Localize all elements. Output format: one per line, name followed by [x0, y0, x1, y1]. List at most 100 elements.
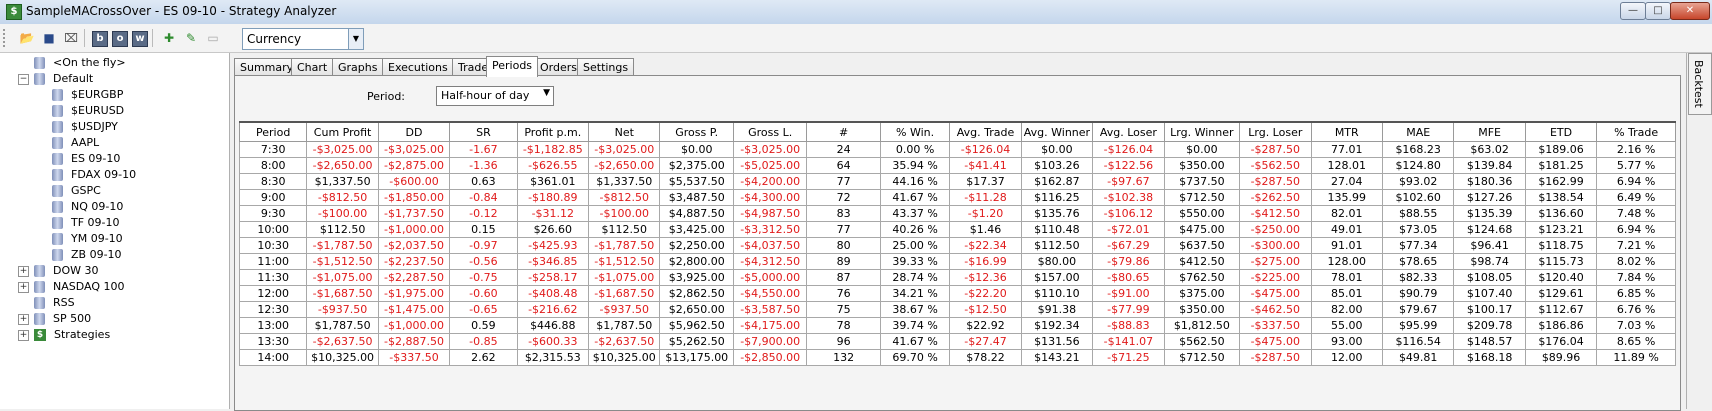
table-cell: $135.76 — [1020, 205, 1094, 222]
expand-icon[interactable]: + — [18, 265, 29, 277]
column-header[interactable]: Lrg. Loser — [1239, 121, 1312, 142]
tree-node[interactable]: + DOW 30 — [18, 263, 99, 279]
table-row[interactable]: 11:30 -$1,075.00 -$2,287.50 -0.75 -$258.17 -$… — [238, 269, 1676, 286]
tree-node[interactable]: $EURGBP — [52, 87, 123, 103]
table-cell: 96 — [806, 333, 881, 350]
expand-icon[interactable]: + — [18, 329, 29, 341]
column-header[interactable]: % Win. — [879, 121, 951, 142]
column-header[interactable]: Gross P. — [659, 121, 734, 142]
save-icon[interactable]: ■ — [40, 29, 58, 47]
tree-node[interactable]: ES 09-10 — [52, 151, 120, 167]
tree-node[interactable]: $EURUSD — [52, 103, 124, 119]
period-select[interactable]: Half-hour of day ▼ — [436, 86, 554, 106]
table-row[interactable]: 10:30 -$1,787.50 -$2,037.50 -0.97 -$425.93 -$… — [238, 237, 1676, 254]
tree-node[interactable]: − Default — [18, 71, 93, 87]
tree-node[interactable]: YM 09-10 — [52, 231, 123, 247]
tree-node[interactable]: NQ 09-10 — [52, 199, 123, 215]
column-header[interactable]: Net — [588, 121, 661, 142]
properties-icon[interactable]: ⌧ — [62, 29, 80, 47]
column-header[interactable]: MTR — [1310, 121, 1383, 142]
column-header[interactable]: # — [806, 121, 881, 142]
table-row[interactable]: 13:30 -$2,637.50 -$2,887.50 -0.85 -$600.33 -$… — [238, 333, 1676, 350]
column-header[interactable]: DD — [377, 121, 451, 142]
table-cell: 8.02 % — [1596, 253, 1676, 270]
collapse-icon[interactable]: − — [18, 73, 29, 85]
side-tab-backtest[interactable]: Backtest — [1688, 53, 1712, 115]
maximize-button[interactable]: □ — [1645, 2, 1671, 20]
table-cell: -$2,650.00 — [588, 157, 661, 174]
table-cell: -$4,987.50 — [732, 205, 808, 222]
table-row[interactable]: 12:00 -$1,687.50 -$1,975.00 -0.60 -$408.48 -$… — [238, 285, 1676, 302]
tree-node[interactable]: + SP 500 — [18, 311, 91, 327]
tree-node[interactable]: FDAX 09-10 — [52, 167, 136, 183]
edit-icon[interactable]: ✎ — [182, 29, 200, 47]
table-row[interactable]: 9:00 -$812.50 -$1,850.00 -0.84 -$180.89 -$812… — [238, 189, 1676, 206]
table-cell: -$122.56 — [1092, 157, 1165, 174]
table-row[interactable]: 13:00 $1,787.50 -$1,000.00 0.59 $446.88 $1,78… — [238, 317, 1676, 334]
tree-node[interactable]: AAPL — [52, 135, 99, 151]
remove-icon[interactable]: ▭ — [204, 29, 222, 47]
column-header[interactable]: % Trade — [1596, 121, 1676, 142]
table-cell: -$425.93 — [516, 237, 590, 254]
display-unit-select[interactable]: Currency ▼ — [242, 28, 364, 50]
column-header[interactable]: Period — [238, 121, 308, 142]
tab-orders[interactable]: Orders — [534, 58, 583, 76]
tree-node[interactable]: TF 09-10 — [52, 215, 120, 231]
table-cell: -$600.33 — [516, 333, 590, 350]
table-row[interactable]: 11:00 -$1,512.50 -$2,237.50 -0.56 -$346.85 -$… — [238, 253, 1676, 270]
table-cell: $2,315.53 — [516, 349, 590, 366]
tree-node[interactable]: + $ Strategies — [18, 327, 110, 343]
tree-node[interactable]: RSS — [18, 295, 75, 311]
table-cell: -$300.00 — [1239, 237, 1312, 254]
toolbar-grip[interactable] — [3, 29, 8, 47]
minimize-button[interactable]: — — [1620, 2, 1646, 20]
tree-node[interactable]: GSPC — [52, 183, 101, 199]
column-header[interactable]: Cum Profit — [306, 121, 379, 142]
chevron-down-icon[interactable]: ▼ — [543, 88, 550, 98]
table-row[interactable]: 8:00 -$2,650.00 -$2,875.00 -1.36 -$626.55 -$2… — [238, 157, 1676, 174]
tree-node[interactable]: <On the fly> — [18, 55, 126, 71]
column-header[interactable]: Gross L. — [732, 121, 808, 142]
o-icon[interactable]: o — [112, 31, 128, 47]
table-cell: -$3,025.00 — [306, 141, 379, 158]
table-cell: 2.16 % — [1596, 141, 1676, 158]
table-row[interactable]: 7:30 -$3,025.00 -$3,025.00 -1.67 -$1,182.85-… — [238, 141, 1676, 158]
open-folder-icon[interactable]: 📂 — [18, 29, 36, 47]
tree-node[interactable]: + NASDAQ 100 — [18, 279, 125, 295]
close-button[interactable]: ✕ — [1670, 2, 1710, 20]
expand-icon[interactable]: + — [18, 281, 29, 293]
table-row[interactable]: 12:30 -$937.50 -$1,475.00 -0.65 -$216.62 -$93… — [238, 301, 1676, 318]
tab-executions[interactable]: Executions — [382, 58, 454, 76]
tab-graphs[interactable]: Graphs — [332, 58, 384, 76]
column-header[interactable]: MFE — [1453, 121, 1526, 142]
expand-icon[interactable]: + — [18, 313, 29, 325]
column-header[interactable]: Lrg. Winner — [1163, 121, 1241, 142]
add-icon[interactable]: ✚ — [160, 29, 178, 47]
column-header[interactable]: Avg. Loser — [1092, 121, 1165, 142]
column-header[interactable]: Avg. Trade — [949, 121, 1022, 142]
tree-node[interactable]: $USDJPY — [52, 119, 118, 135]
tab-periods[interactable]: Periods — [486, 56, 539, 77]
column-header[interactable]: ETD — [1524, 121, 1598, 142]
tab-settings[interactable]: Settings — [577, 58, 635, 76]
tree-node[interactable]: ZB 09-10 — [52, 247, 122, 263]
table-cell: -$41.41 — [949, 157, 1022, 174]
tab-chart[interactable]: Chart — [291, 58, 334, 76]
chevron-down-icon[interactable]: ▼ — [348, 29, 363, 49]
column-header[interactable]: Profit p.m. — [516, 121, 590, 142]
tree-node-label: AAPL — [71, 136, 100, 149]
table-cell: -$12.50 — [949, 301, 1022, 318]
w-icon[interactable]: w — [132, 31, 148, 47]
tree-node-label: NQ 09-10 — [71, 200, 124, 213]
tab-summary[interactable]: Summary — [234, 58, 300, 76]
column-header[interactable]: MAE — [1381, 121, 1455, 142]
b-icon[interactable]: b — [92, 31, 108, 47]
table-row[interactable]: 14:00 $10,325.00 -$337.50 2.62 $2,315.53 $10,… — [238, 349, 1676, 366]
column-header[interactable]: SR — [449, 121, 518, 142]
table-row[interactable]: 10:00 $112.50 -$1,000.00 0.15 $26.60 $112.50 $… — [238, 221, 1676, 238]
table-cell: -$1,737.50 — [377, 205, 451, 222]
table-cell: $192.34 — [1020, 317, 1094, 334]
table-row[interactable]: 9:30 -$100.00 -$1,737.50 -0.12 -$31.12 -$100.… — [238, 205, 1676, 222]
column-header[interactable]: Avg. Winner — [1020, 121, 1094, 142]
table-row[interactable]: 8:30 $1,337.50 -$600.00 0.63 $361.01 $1,337.5… — [238, 173, 1676, 190]
